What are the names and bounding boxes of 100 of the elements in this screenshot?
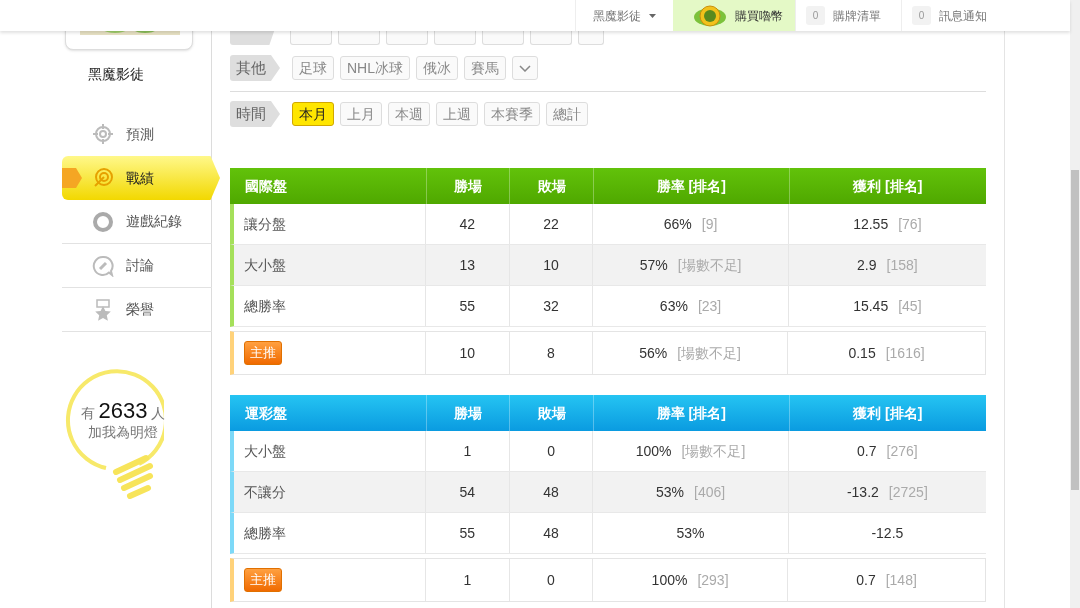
- profile-name: 黑魔影徒: [87, 65, 145, 84]
- ring-icon: [92, 210, 114, 233]
- featured-badge: 主推: [244, 341, 282, 365]
- table-cell-text: 15.45: [853, 296, 889, 316]
- table-cell-text: 總勝率: [244, 523, 286, 543]
- table-cell-text: 66%: [663, 214, 692, 234]
- rank-text: [9]: [701, 214, 718, 234]
- filter-tag[interactable]: [386, 31, 428, 45]
- filter-label: 時間: [230, 101, 280, 127]
- rank-text: [293]: [697, 570, 729, 590]
- table-cell: 42: [426, 204, 510, 244]
- notifications-button[interactable]: 0 訊息通知: [901, 0, 1005, 31]
- table-cell-text: -12.5: [871, 523, 904, 543]
- table-cell: 8: [509, 332, 594, 374]
- table-cell-text: 0.15: [848, 343, 876, 363]
- filter-tag[interactable]: [290, 31, 332, 45]
- nav-item[interactable]: 預測: [62, 112, 212, 156]
- filter-tag[interactable]: [338, 31, 380, 45]
- table-cell: 13: [426, 245, 510, 285]
- filter-tag[interactable]: 本月: [292, 102, 334, 126]
- nav-item[interactable]: 遊戲紀錄: [62, 200, 212, 244]
- table-cell-text: 100%: [651, 570, 688, 590]
- table-cell: 55: [426, 286, 510, 326]
- table-cell-text: 2.9: [857, 255, 877, 275]
- filter-tag[interactable]: 足球: [292, 56, 334, 80]
- table-cell-text: 總勝率: [244, 296, 286, 316]
- table-cell: 10: [509, 245, 594, 285]
- nav-item[interactable]: 榮譽: [62, 288, 212, 332]
- table-cell-text: 大小盤: [244, 255, 286, 275]
- crosshair-icon: [92, 123, 114, 145]
- coin-icon: [693, 3, 727, 28]
- table-cell-text: 53%: [655, 482, 684, 502]
- table-cell: 55: [426, 513, 510, 553]
- cart-button[interactable]: 0 購牌清單: [795, 0, 901, 31]
- table-cell-text: 0.7: [856, 570, 876, 590]
- rank-text: [場數不足]: [677, 255, 742, 275]
- rank-text: [2725]: [888, 482, 928, 502]
- filter-tag[interactable]: 賽馬: [464, 56, 506, 80]
- nav-item[interactable]: 戰績: [62, 156, 220, 200]
- table-cell-text: -13.2: [846, 482, 879, 502]
- filter-tag[interactable]: 上月: [340, 102, 382, 126]
- rank-text: [158]: [886, 255, 918, 275]
- fans-prefix: 有: [80, 404, 95, 423]
- target-icon: [92, 167, 114, 189]
- table-cell: 1: [426, 559, 510, 601]
- filter-tag[interactable]: 俄冰: [416, 56, 458, 80]
- table-cell: 0: [509, 431, 594, 471]
- table-cell-text: 57%: [639, 255, 668, 275]
- filter-tag[interactable]: [482, 31, 524, 45]
- rank-text: [場數不足]: [681, 441, 746, 461]
- filter-tag[interactable]: [578, 31, 604, 45]
- rank-text: [406]: [694, 482, 726, 502]
- column-header: 國際盤: [244, 176, 288, 196]
- table-cell-text: 12.55: [853, 214, 889, 234]
- rank-text: [276]: [886, 441, 918, 461]
- label: 訊息通知: [939, 7, 987, 25]
- filter-tag[interactable]: 本賽季: [484, 102, 540, 126]
- caret-icon: [649, 13, 656, 18]
- count-badge: 0: [806, 6, 825, 25]
- rank-text: [1616]: [885, 343, 925, 363]
- filter-tag[interactable]: 上週: [436, 102, 478, 126]
- fans-caption: 加我為明燈: [87, 423, 159, 442]
- column-header: 運彩盤: [244, 403, 288, 423]
- table-cell: 1: [426, 431, 510, 471]
- nav-item[interactable]: 討論: [62, 244, 212, 288]
- table-cell-text: 大小盤: [244, 441, 286, 461]
- table-cell: 22: [509, 204, 594, 244]
- filter-tag[interactable]: [434, 31, 476, 45]
- table-cell-text: 53%: [676, 523, 705, 543]
- table-cell: 10: [426, 332, 510, 374]
- scrollbar[interactable]: [1070, 0, 1080, 608]
- fans-suffix: 人: [151, 404, 166, 423]
- filter-label: 其他: [230, 55, 280, 81]
- filter-tag[interactable]: 總計: [546, 102, 588, 126]
- table-cell: 32: [509, 286, 594, 326]
- filter-tag[interactable]: [530, 31, 572, 45]
- count-badge: 0: [912, 6, 931, 25]
- table-cell-text: 100%: [635, 441, 672, 461]
- table-cell-text: 0.7: [857, 441, 877, 461]
- table-cell-text: 讓分盤: [244, 214, 286, 234]
- table-cell: 48: [509, 513, 594, 553]
- table-cell: 0: [509, 559, 594, 601]
- fans-count: 2633: [98, 397, 148, 425]
- filter-tag[interactable]: NHL冰球: [340, 56, 410, 80]
- featured-badge: 主推: [244, 568, 282, 592]
- rank-text: [148]: [885, 570, 917, 590]
- chat-pencil-icon: [92, 254, 114, 277]
- rank-text: [23]: [697, 296, 722, 316]
- label: 購牌清單: [833, 7, 881, 25]
- chevron-down-icon: [519, 64, 531, 72]
- table-cell-text: 不讓分: [244, 482, 286, 502]
- pointer-icon: [62, 168, 82, 188]
- rank-text: [76]: [898, 214, 922, 234]
- buy-coins-button[interactable]: 購買嚕幣: [673, 0, 795, 31]
- table-cell: 54: [426, 472, 510, 512]
- filter-tag[interactable]: 本週: [388, 102, 430, 126]
- table-cell: 48: [509, 472, 594, 512]
- table-cell-text: 63%: [659, 296, 688, 316]
- expand-button[interactable]: [512, 56, 538, 80]
- table-cell-text: 56%: [639, 343, 668, 363]
